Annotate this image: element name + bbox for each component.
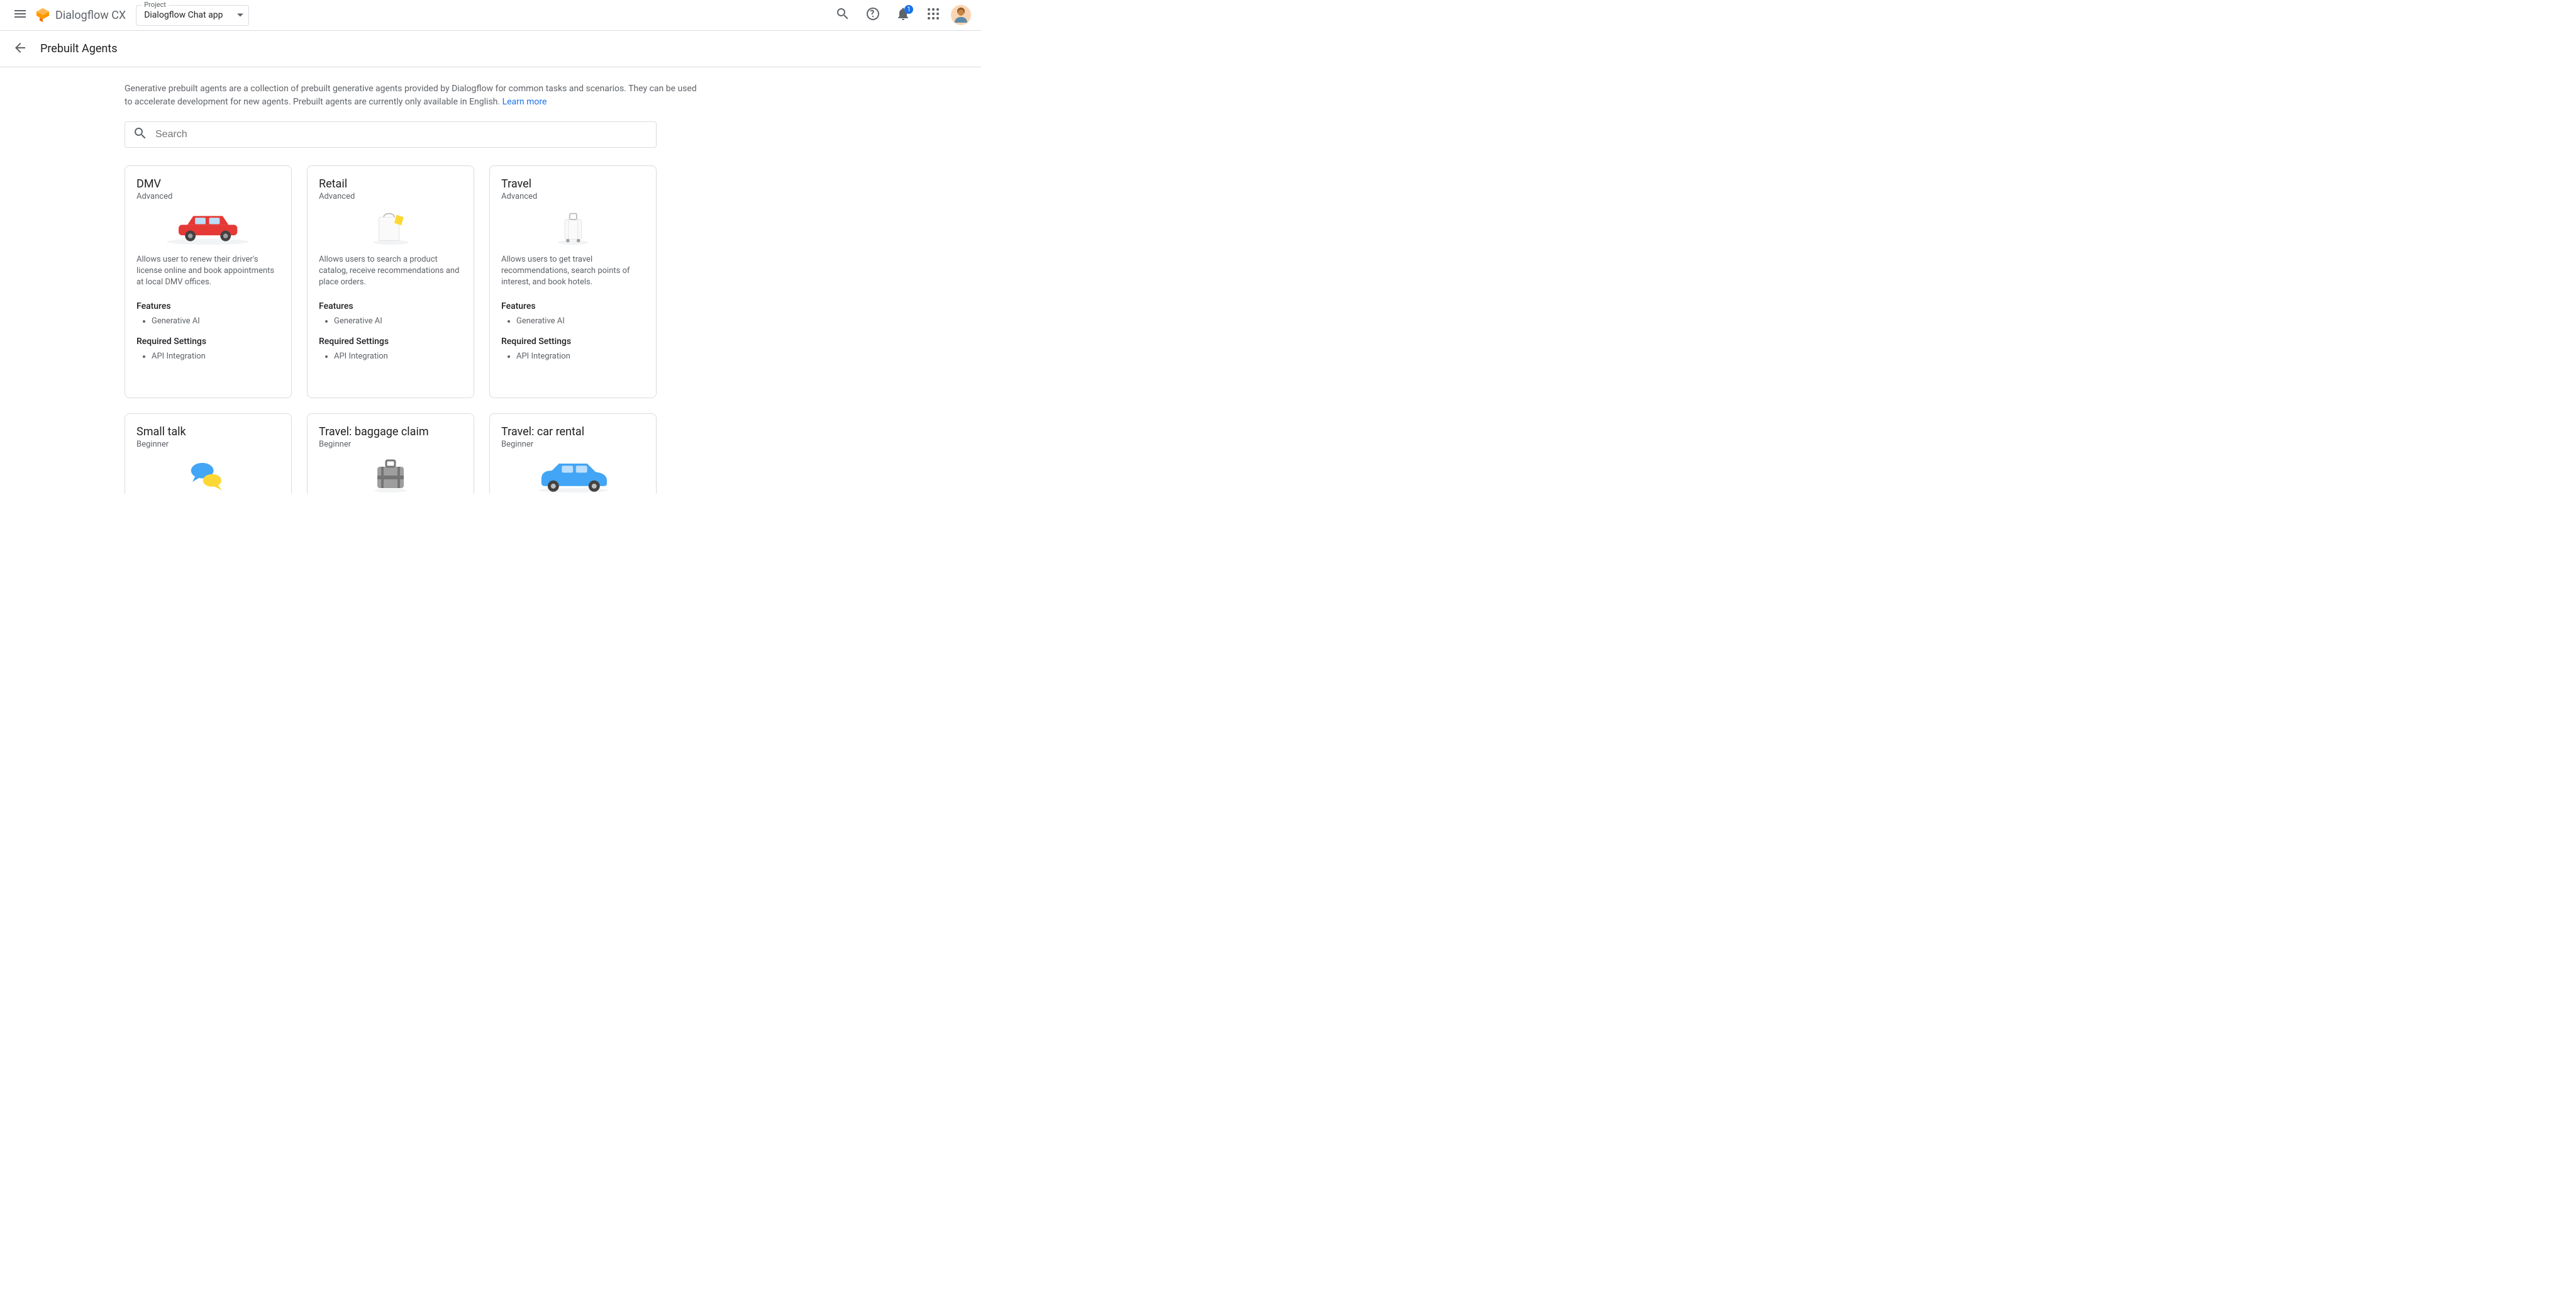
agent-card-level: Beginner bbox=[319, 440, 462, 449]
product-logo-link[interactable]: Dialogflow CX bbox=[35, 8, 126, 23]
feature-item: Generative AI bbox=[152, 315, 280, 328]
required-settings-list: API Integration bbox=[319, 350, 462, 364]
agent-card[interactable]: Small talk Beginner bbox=[125, 413, 292, 494]
required-settings-list: API Integration bbox=[136, 350, 280, 364]
features-heading: Features bbox=[319, 301, 462, 311]
topbar-actions: 1 bbox=[830, 3, 976, 28]
features-list: Generative AI bbox=[319, 315, 462, 328]
required-settings-heading: Required Settings bbox=[136, 337, 280, 347]
agent-card-description: Allows users to search a product catalog… bbox=[319, 254, 462, 289]
agent-card-title: Retail bbox=[319, 177, 462, 191]
required-settings-heading: Required Settings bbox=[319, 337, 462, 347]
main-content: Generative prebuilt agents are a collect… bbox=[125, 67, 857, 494]
agent-card-description: Allows users to get travel recommendatio… bbox=[501, 254, 645, 289]
agent-card-level: Advanced bbox=[136, 192, 280, 201]
required-settings-heading: Required Settings bbox=[501, 337, 645, 347]
agent-card-title: Travel bbox=[501, 177, 645, 191]
agent-card[interactable]: Travel: baggage claim Beginner bbox=[307, 413, 474, 494]
required-settings-list: API Integration bbox=[501, 350, 645, 364]
search-icon bbox=[835, 6, 850, 24]
arrow-back-icon bbox=[13, 40, 28, 58]
agent-card-level: Advanced bbox=[319, 192, 462, 201]
agent-card-title: Travel: car rental bbox=[501, 425, 645, 438]
agent-card-illustration bbox=[319, 209, 462, 247]
agent-card-level: Beginner bbox=[136, 440, 280, 449]
dialogflow-logo-icon bbox=[35, 8, 50, 23]
project-selector-value: Dialogflow Chat app bbox=[144, 10, 226, 20]
back-button[interactable] bbox=[5, 34, 35, 64]
features-list: Generative AI bbox=[501, 315, 645, 328]
agent-card-level: Beginner bbox=[501, 440, 645, 449]
topbar: Dialogflow CX Project Dialogflow Chat ap… bbox=[0, 0, 981, 31]
agent-card-illustration bbox=[501, 457, 645, 494]
feature-item: Generative AI bbox=[516, 315, 645, 328]
agent-card-illustration bbox=[501, 209, 645, 247]
help-button[interactable] bbox=[860, 3, 886, 28]
agent-card-title: Small talk bbox=[136, 425, 280, 438]
search-button[interactable] bbox=[830, 3, 855, 28]
agent-card-illustration bbox=[136, 457, 280, 494]
agent-card-title: Travel: baggage claim bbox=[319, 425, 462, 438]
intro-text: Generative prebuilt agents are a collect… bbox=[125, 84, 697, 107]
avatar-icon bbox=[951, 5, 971, 25]
account-avatar[interactable] bbox=[951, 5, 971, 25]
project-selector[interactable]: Project Dialogflow Chat app bbox=[136, 5, 249, 26]
agent-card[interactable]: TravelAdvanced Allows users to get travel… bbox=[489, 165, 657, 398]
main-scroll-area[interactable]: Generative prebuilt agents are a collect… bbox=[0, 67, 981, 494]
intro-paragraph: Generative prebuilt agents are a collect… bbox=[125, 82, 703, 109]
notifications-button[interactable]: 1 bbox=[891, 3, 916, 28]
page-subheader: Prebuilt Agents bbox=[0, 31, 981, 67]
required-setting-item: API Integration bbox=[334, 350, 462, 364]
learn-more-link[interactable]: Learn more bbox=[502, 97, 547, 107]
help-icon bbox=[865, 6, 880, 24]
search-box[interactable] bbox=[125, 121, 657, 148]
required-setting-item: API Integration bbox=[516, 350, 645, 364]
agent-card-illustration bbox=[136, 209, 280, 247]
agent-card-level: Advanced bbox=[501, 192, 645, 201]
project-selector-label: Project bbox=[142, 1, 169, 9]
product-name: Dialogflow CX bbox=[55, 9, 126, 22]
agent-card[interactable]: DMVAdvanced Allows user to renew their dr… bbox=[125, 165, 292, 398]
search-input[interactable] bbox=[155, 129, 648, 140]
agent-card-title: DMV bbox=[136, 177, 280, 191]
required-setting-item: API Integration bbox=[152, 350, 280, 364]
features-list: Generative AI bbox=[136, 315, 280, 328]
feature-item: Generative AI bbox=[334, 315, 462, 328]
apps-grid-icon bbox=[926, 6, 941, 24]
agent-card[interactable]: RetailAdvanced Allows users to search a p… bbox=[307, 165, 474, 398]
google-apps-button[interactable] bbox=[921, 3, 946, 28]
page-title: Prebuilt Agents bbox=[40, 42, 117, 55]
features-heading: Features bbox=[501, 301, 645, 311]
hamburger-icon bbox=[13, 6, 28, 24]
search-icon bbox=[133, 126, 155, 143]
notification-badge: 1 bbox=[904, 5, 913, 14]
agent-card-illustration bbox=[319, 457, 462, 494]
agent-card-description: Allows user to renew their driver's lice… bbox=[136, 254, 280, 289]
features-heading: Features bbox=[136, 301, 280, 311]
chevron-down-icon bbox=[237, 14, 243, 17]
main-menu-button[interactable] bbox=[5, 0, 35, 30]
agent-card[interactable]: Travel: car rental Beginner bbox=[489, 413, 657, 494]
agent-cards-grid: DMVAdvancedAllows user to renew their dr… bbox=[125, 165, 857, 494]
